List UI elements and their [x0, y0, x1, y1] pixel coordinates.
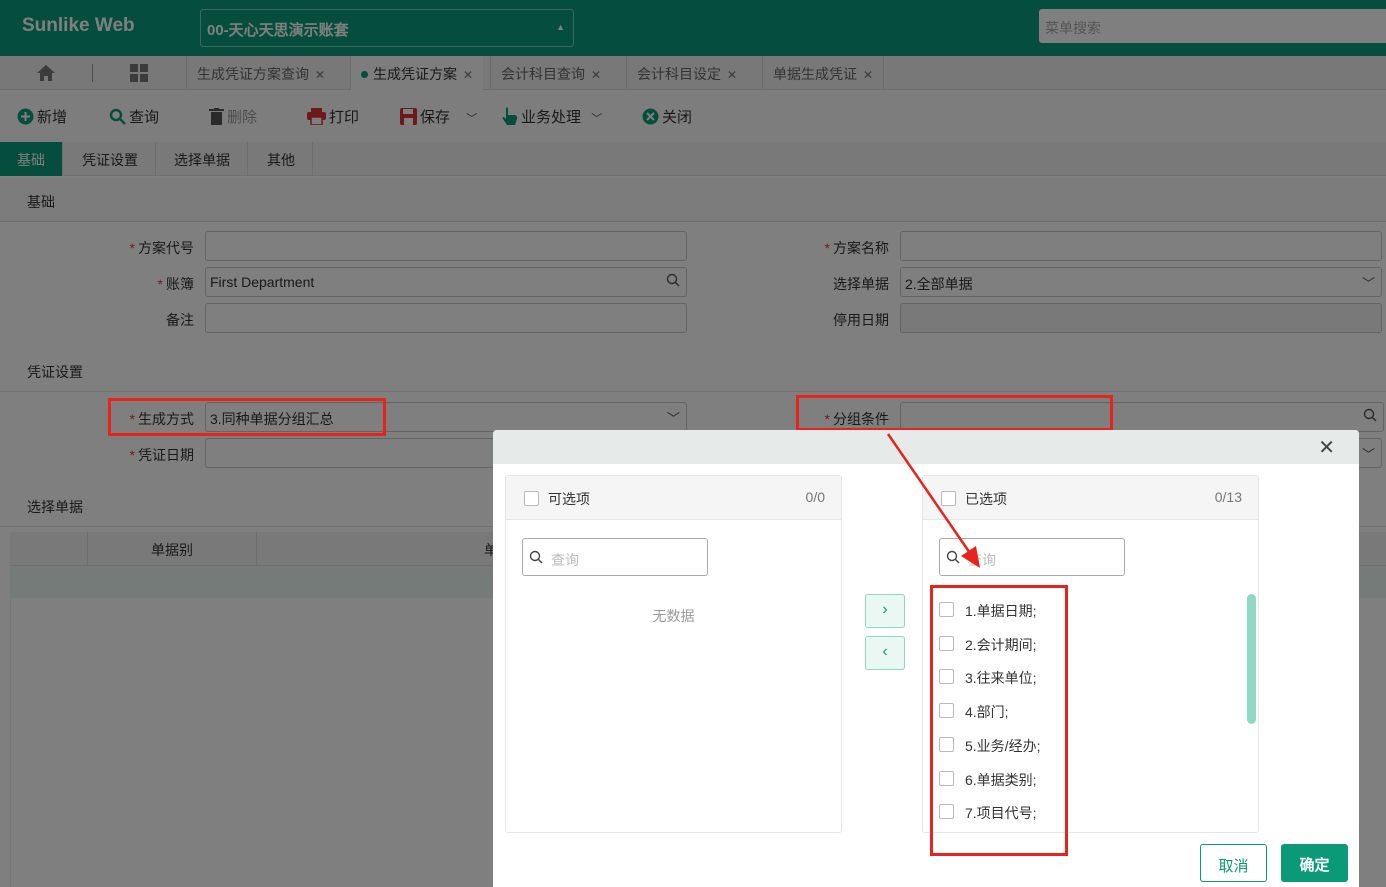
app-window: Sunlike Web 00-天心天思演示账套 ▲ 菜单搜索 生成凭证方案查询✕… [0, 0, 1386, 887]
annotation-arrow [886, 433, 980, 568]
